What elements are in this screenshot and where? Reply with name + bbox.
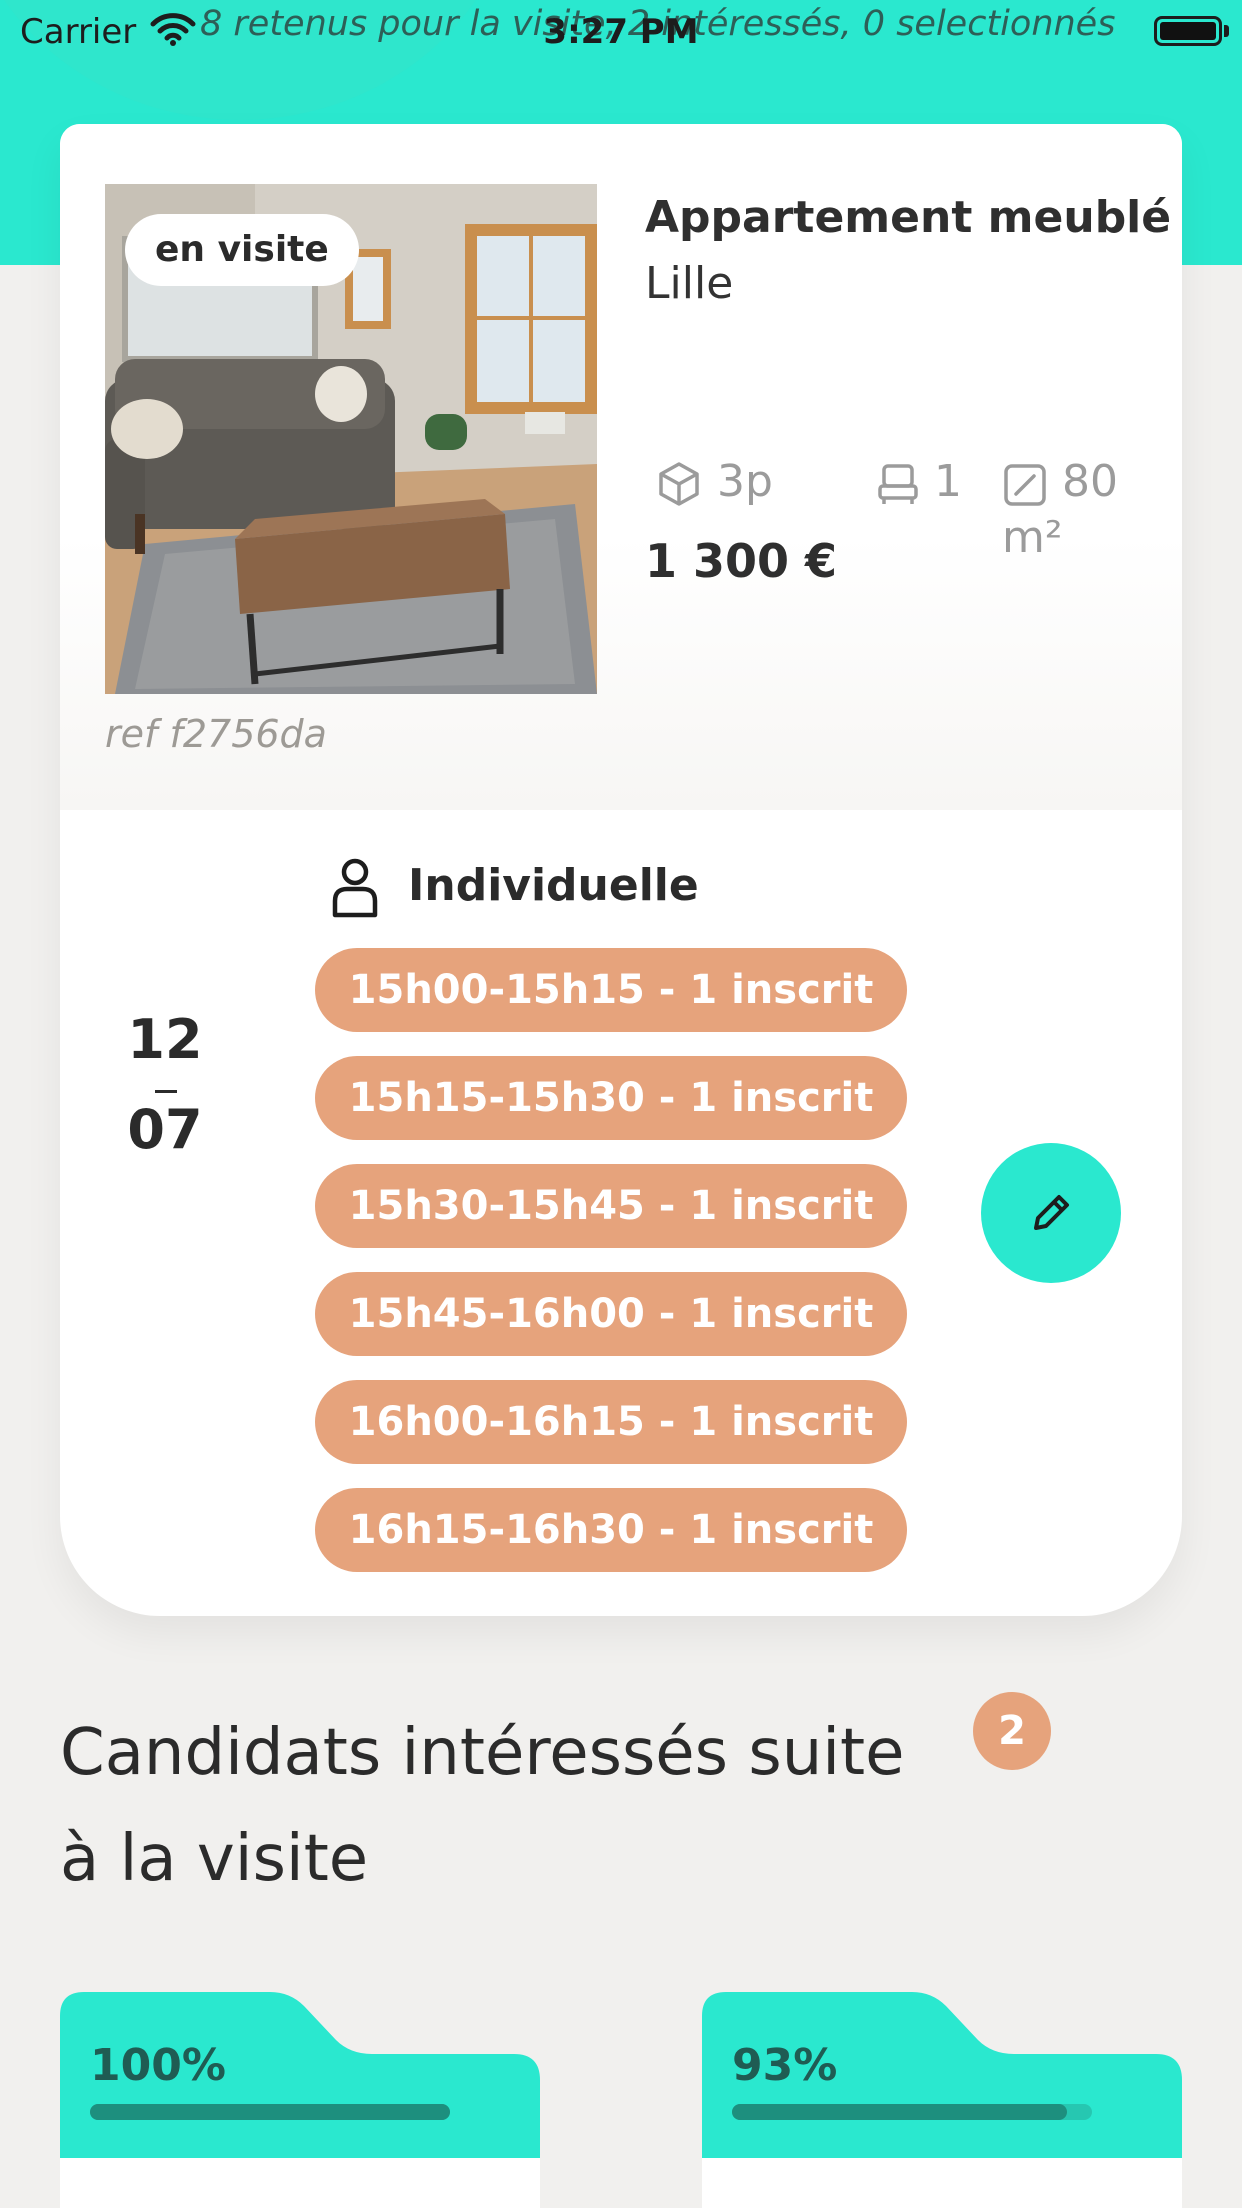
pencil-icon (1034, 1195, 1069, 1230)
candidates-section-title: Candidats intéressés suite à la visite (60, 1716, 905, 1896)
listing-city: Lille (645, 258, 734, 309)
listing-title: Appartement meublé (645, 192, 1172, 243)
cube-icon (659, 462, 699, 506)
match-progress-fill (90, 2104, 450, 2120)
match-progress-track (90, 2104, 450, 2120)
beds-feature: 1 (876, 454, 962, 510)
listing-card[interactable]: en visite ref f2756da Appartement meublé… (60, 124, 1182, 1616)
visit-type-label: Individuelle (408, 860, 699, 911)
match-score: 100% (90, 2040, 226, 2091)
visit-month: 07 (127, 1098, 203, 1161)
area-icon (1004, 464, 1046, 506)
edit-visit-button[interactable] (981, 1143, 1121, 1283)
visit-day: 12 (127, 1008, 203, 1071)
status-time: 3:27 PM (543, 12, 699, 52)
beds-value: 1 (934, 456, 962, 507)
date-separator (155, 1090, 177, 1093)
status-badge: en visite (125, 214, 359, 286)
candidate-card-body (60, 2158, 540, 2208)
battery-tip (1224, 25, 1229, 37)
candidate-card[interactable]: 100% (60, 1992, 540, 2208)
time-slot[interactable]: 16h15-16h30 - 1 inscrit (315, 1488, 907, 1572)
candidate-card[interactable]: 93% (702, 1992, 1182, 2208)
rooms-value: 3p (717, 456, 773, 507)
time-slot[interactable]: 15h00-15h15 - 1 inscrit (315, 948, 907, 1032)
candidate-card-body (702, 2158, 1182, 2208)
match-progress-fill (732, 2104, 1067, 2120)
rooms-feature: 3p (655, 454, 773, 510)
candidates-count-badge: 2 (973, 1692, 1051, 1770)
listing-photo[interactable]: en visite (105, 184, 597, 694)
match-progress-track (732, 2104, 1092, 2120)
listing-price: 1 300 € (645, 534, 838, 588)
match-score: 93% (732, 2040, 838, 2091)
time-slot[interactable]: 15h15-15h30 - 1 inscrit (315, 1056, 907, 1140)
person-icon (332, 858, 378, 918)
listing-reference: ref f2756da (105, 712, 327, 756)
bed-icon (878, 464, 918, 504)
time-slot[interactable]: 16h00-16h15 - 1 inscrit (315, 1380, 907, 1464)
battery-icon (1154, 16, 1222, 46)
area-feature: 80 m² (1002, 454, 1182, 563)
time-slot[interactable]: 15h45-16h00 - 1 inscrit (315, 1272, 907, 1356)
time-slot[interactable]: 15h30-15h45 - 1 inscrit (315, 1164, 907, 1248)
